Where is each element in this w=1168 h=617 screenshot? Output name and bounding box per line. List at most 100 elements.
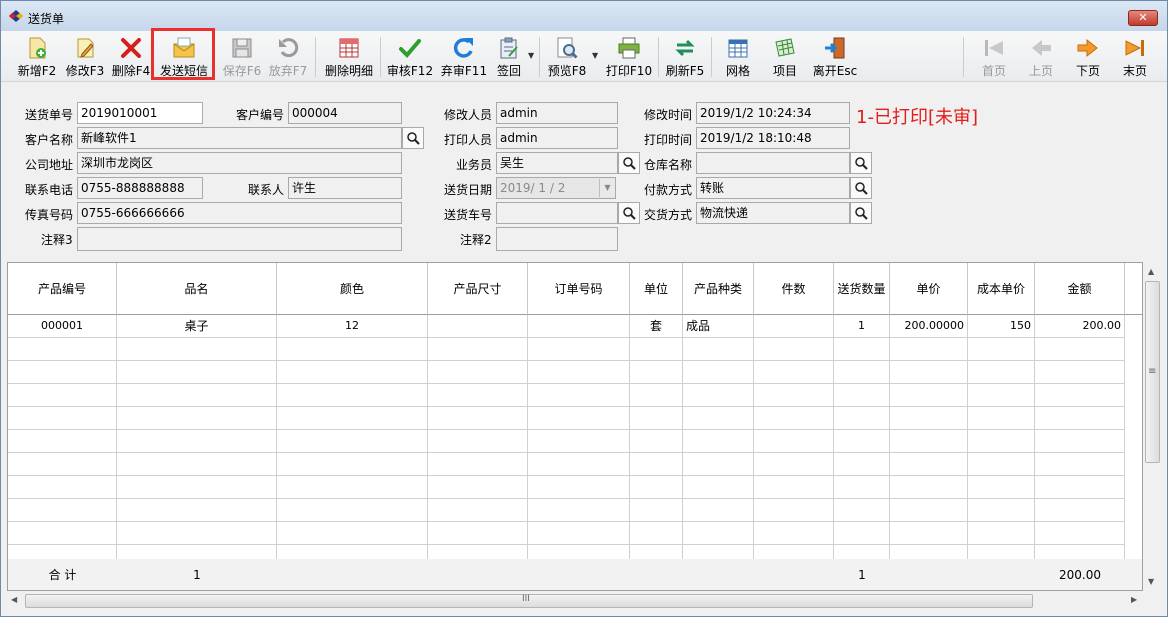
empty-cell[interactable] bbox=[834, 499, 890, 522]
empty-cell[interactable] bbox=[277, 338, 428, 361]
scroll-left-icon[interactable]: ◀ bbox=[11, 595, 17, 604]
empty-cell[interactable] bbox=[890, 338, 968, 361]
delivery-date-picker[interactable]: 2019/ 1 / 2 bbox=[496, 177, 616, 199]
close-button[interactable]: ✕ bbox=[1128, 10, 1158, 26]
empty-cell[interactable] bbox=[117, 338, 277, 361]
empty-cell[interactable] bbox=[8, 384, 117, 407]
delete-detail-button[interactable]: 删除明细 bbox=[321, 33, 377, 79]
sign-back-button[interactable]: 签回 bbox=[491, 33, 527, 79]
empty-cell[interactable] bbox=[528, 476, 630, 499]
empty-cell[interactable] bbox=[968, 407, 1035, 430]
empty-cell[interactable] bbox=[834, 430, 890, 453]
empty-cell[interactable] bbox=[1035, 476, 1125, 499]
contact-field[interactable]: 许生 bbox=[288, 177, 402, 199]
empty-cell[interactable] bbox=[277, 499, 428, 522]
save-button[interactable]: 保存F6 bbox=[219, 33, 265, 79]
quantity-cell[interactable]: 1 bbox=[834, 315, 890, 338]
product-name-cell[interactable]: 桌子 bbox=[117, 315, 277, 338]
empty-cell[interactable] bbox=[968, 338, 1035, 361]
payment-field[interactable]: 转账 bbox=[696, 177, 850, 199]
empty-cell[interactable] bbox=[754, 407, 834, 430]
empty-cell[interactable] bbox=[754, 384, 834, 407]
empty-cell[interactable] bbox=[428, 361, 528, 384]
table-row[interactable] bbox=[8, 476, 1142, 499]
empty-cell[interactable] bbox=[630, 338, 683, 361]
empty-cell[interactable] bbox=[968, 361, 1035, 384]
column-header[interactable]: 件数 bbox=[754, 263, 834, 315]
cost-price-cell[interactable]: 150 bbox=[968, 315, 1035, 338]
column-header[interactable]: 产品编号 bbox=[8, 263, 117, 315]
empty-cell[interactable] bbox=[890, 384, 968, 407]
column-header[interactable]: 送货数量 bbox=[834, 263, 890, 315]
empty-cell[interactable] bbox=[8, 499, 117, 522]
empty-cell[interactable] bbox=[528, 522, 630, 545]
empty-cell[interactable] bbox=[1035, 338, 1125, 361]
empty-cell[interactable] bbox=[683, 384, 754, 407]
delivery-method-search-button[interactable] bbox=[850, 202, 872, 224]
horizontal-scroll-thumb[interactable]: III bbox=[25, 594, 1033, 608]
empty-cell[interactable] bbox=[968, 499, 1035, 522]
empty-cell[interactable] bbox=[683, 453, 754, 476]
vertical-scroll-thumb[interactable]: ≡ bbox=[1145, 281, 1160, 463]
refresh-button[interactable]: 刷新F5 bbox=[662, 33, 708, 79]
approve-button[interactable]: 审核F12 bbox=[385, 33, 435, 79]
empty-cell[interactable] bbox=[528, 499, 630, 522]
customer-no-field[interactable]: 000004 bbox=[288, 102, 402, 124]
table-row[interactable] bbox=[8, 361, 1142, 384]
delivery-method-field[interactable]: 物流快递 bbox=[696, 202, 850, 224]
empty-cell[interactable] bbox=[630, 407, 683, 430]
sign-back-dropdown-icon[interactable]: ▼ bbox=[528, 51, 534, 60]
empty-cell[interactable] bbox=[683, 476, 754, 499]
empty-cell[interactable] bbox=[1035, 453, 1125, 476]
scroll-up-icon[interactable]: ▲ bbox=[1148, 267, 1154, 276]
preview-dropdown-icon[interactable]: ▼ bbox=[592, 51, 598, 60]
note2-field[interactable] bbox=[496, 227, 618, 251]
empty-cell[interactable] bbox=[428, 522, 528, 545]
empty-cell[interactable] bbox=[1035, 361, 1125, 384]
empty-cell[interactable] bbox=[630, 361, 683, 384]
customer-search-button[interactable] bbox=[402, 127, 424, 149]
order-no-field[interactable]: 2019010001 bbox=[77, 102, 203, 124]
empty-cell[interactable] bbox=[428, 338, 528, 361]
grid-button[interactable]: 网格 bbox=[715, 33, 761, 79]
column-header[interactable]: 单价 bbox=[890, 263, 968, 315]
empty-cell[interactable] bbox=[754, 499, 834, 522]
empty-cell[interactable] bbox=[890, 453, 968, 476]
discard-button[interactable]: 放弃F7 bbox=[265, 33, 311, 79]
category-cell[interactable]: 成品 bbox=[683, 315, 754, 338]
empty-cell[interactable] bbox=[754, 430, 834, 453]
empty-cell[interactable] bbox=[890, 407, 968, 430]
empty-cell[interactable] bbox=[890, 361, 968, 384]
warehouse-search-button[interactable] bbox=[850, 152, 872, 174]
table-row[interactable] bbox=[8, 384, 1142, 407]
vertical-scrollbar[interactable]: ▲ ≡ ▼ bbox=[1144, 263, 1161, 590]
order-no-cell[interactable] bbox=[528, 315, 630, 338]
empty-cell[interactable] bbox=[117, 361, 277, 384]
empty-cell[interactable] bbox=[834, 384, 890, 407]
empty-cell[interactable] bbox=[630, 522, 683, 545]
fax-field[interactable]: 0755-666666666 bbox=[77, 202, 402, 224]
empty-cell[interactable] bbox=[428, 476, 528, 499]
empty-cell[interactable] bbox=[277, 476, 428, 499]
empty-cell[interactable] bbox=[754, 522, 834, 545]
empty-cell[interactable] bbox=[528, 384, 630, 407]
empty-cell[interactable] bbox=[834, 361, 890, 384]
empty-cell[interactable] bbox=[1035, 384, 1125, 407]
empty-cell[interactable] bbox=[754, 476, 834, 499]
warehouse-field[interactable] bbox=[696, 152, 850, 174]
empty-cell[interactable] bbox=[834, 476, 890, 499]
empty-cell[interactable] bbox=[834, 522, 890, 545]
unit-price-cell[interactable]: 200.00000 bbox=[890, 315, 968, 338]
next-page-button[interactable]: 下页 bbox=[1065, 33, 1111, 79]
vehicle-field[interactable] bbox=[496, 202, 618, 224]
exit-button[interactable]: 离开Esc bbox=[809, 33, 861, 79]
empty-cell[interactable] bbox=[528, 361, 630, 384]
salesman-search-button[interactable] bbox=[618, 152, 640, 174]
size-cell[interactable] bbox=[428, 315, 528, 338]
column-header[interactable]: 产品种类 bbox=[683, 263, 754, 315]
empty-cell[interactable] bbox=[968, 476, 1035, 499]
empty-cell[interactable] bbox=[277, 361, 428, 384]
empty-cell[interactable] bbox=[754, 361, 834, 384]
column-header[interactable]: 颜色 bbox=[277, 263, 428, 315]
print-button[interactable]: 打印F10 bbox=[603, 33, 655, 79]
